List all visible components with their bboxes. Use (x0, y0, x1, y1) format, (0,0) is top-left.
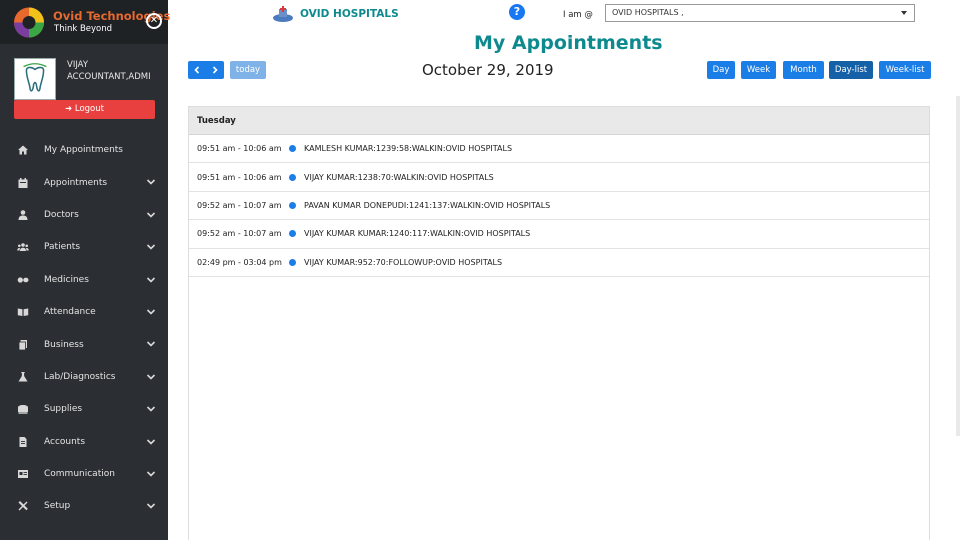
chevron-down-icon (146, 276, 156, 283)
sidebar-item-doctors[interactable]: Doctors (0, 199, 168, 231)
list-item[interactable]: 09:51 am - 10:06 am KAMLESH KUMAR:1239:5… (189, 135, 929, 164)
view-day-button[interactable]: Day (707, 61, 735, 79)
iam-label: I am @ (563, 10, 593, 20)
page-scrollbar[interactable] (956, 96, 960, 436)
calendar-icon (18, 177, 28, 188)
chevron-down-icon (146, 374, 156, 380)
event-time: 09:51 am - 10:06 am (197, 144, 282, 154)
flask-icon (18, 371, 28, 382)
help-icon[interactable]: ? (509, 4, 525, 20)
doctor-icon (18, 210, 28, 220)
location-select-value: OVID HOSPITALS , (612, 8, 684, 17)
chevron-down-icon (146, 471, 156, 477)
chevron-down-icon (146, 212, 156, 218)
event-title[interactable]: PAVAN KUMAR DONEPUDI:1241:137:WALKIN:OVI… (304, 201, 550, 210)
prev-next-group (188, 61, 224, 79)
sidebar-nav: My Appointments Appointments Doctors Pat… (0, 134, 168, 523)
sidebar-item-label: My Appointments (44, 145, 124, 156)
logout-label: Logout (74, 104, 104, 114)
chevron-down-icon (146, 503, 156, 509)
close-sidebar-icon[interactable]: ✕ (146, 13, 162, 29)
logout-icon: ➜ (65, 104, 73, 114)
file-icon (19, 436, 27, 447)
view-month-button[interactable]: Month (783, 61, 824, 79)
sidebar-item-lab-diagnostics[interactable]: Lab/Diagnostics (0, 361, 168, 393)
chevron-left-icon (194, 66, 200, 74)
user-role: ACCOUNTANT,ADMI (67, 72, 151, 82)
day-header: Tuesday (189, 107, 929, 135)
chevron-down-icon (146, 309, 156, 315)
copy-icon (18, 339, 27, 350)
sidebar-item-setup[interactable]: Setup (0, 490, 168, 522)
users-icon (17, 243, 29, 252)
chevron-down-icon (146, 179, 156, 186)
event-time: 09:51 am - 10:06 am (197, 172, 282, 182)
chevron-down-icon (146, 341, 156, 347)
today-button[interactable]: today (230, 61, 266, 79)
sidebar-item-patients[interactable]: Patients (0, 231, 168, 263)
event-dot-icon (289, 201, 296, 209)
hospital-logo-icon (273, 6, 293, 22)
brand-bar: Ovid Technologies Think Beyond ✕ (0, 0, 170, 44)
event-time: 09:52 am - 10:07 am (197, 229, 282, 239)
sidebar-item-communication[interactable]: Communication (0, 458, 168, 490)
chevron-right-icon (212, 66, 218, 74)
sidebar-item-attendance[interactable]: Attendance (0, 296, 168, 328)
event-dot-icon (289, 173, 296, 181)
view-day-list-button[interactable]: Day-list (829, 61, 873, 79)
calendar-date-title: October 29, 2019 (422, 61, 554, 79)
event-dot-icon (289, 230, 296, 238)
event-dot-icon (289, 258, 296, 266)
sidebar-item-medicines[interactable]: Medicines (0, 264, 168, 296)
caret-down-icon (901, 11, 907, 15)
list-item[interactable]: 09:51 am - 10:06 am VIJAY KUMAR:1238:70:… (189, 163, 929, 192)
tools-icon (18, 501, 28, 511)
truck-icon (18, 405, 28, 415)
brand-tagline: Think Beyond (54, 24, 113, 34)
book-icon (17, 308, 29, 317)
event-time: 09:52 am - 10:07 am (197, 200, 282, 210)
sidebar-item-my-appointments[interactable]: My Appointments (0, 134, 168, 166)
event-time: 02:49 pm - 03:04 pm (197, 257, 282, 267)
sidebar-item-supplies[interactable]: Supplies (0, 393, 168, 425)
user-profile: VIJAY ACCOUNTANT,ADMI ➜ Logout (0, 44, 168, 132)
list-item[interactable]: 09:52 am - 10:07 am VIJAY KUMAR KUMAR:12… (189, 220, 929, 249)
message-icon (18, 470, 28, 479)
next-button[interactable] (206, 61, 224, 79)
view-week-list-button[interactable]: Week-list (879, 61, 931, 79)
calendar-list-view: Tuesday 09:51 am - 10:06 am KAMLESH KUMA… (188, 106, 930, 540)
sidebar-item-business[interactable]: Business (0, 328, 168, 360)
event-title[interactable]: VIJAY KUMAR KUMAR:1240:117:WALKIN:OVID H… (304, 229, 530, 238)
page-title: My Appointments (474, 32, 663, 54)
event-title[interactable]: KAMLESH KUMAR:1239:58:WALKIN:OVID HOSPIT… (304, 144, 512, 153)
logout-button[interactable]: ➜ Logout (14, 100, 155, 119)
brand-logo-icon (14, 7, 44, 38)
event-dot-icon (289, 145, 296, 153)
event-title[interactable]: VIJAY KUMAR:1238:70:WALKIN:OVID HOSPITAL… (304, 173, 494, 182)
chevron-down-icon (146, 438, 156, 445)
prev-button[interactable] (188, 61, 206, 79)
hospital-name: OVID HOSPITALS (300, 8, 399, 20)
sidebar: Ovid Technologies Think Beyond ✕ VIJAY A… (0, 0, 170, 540)
list-item[interactable]: 09:52 am - 10:07 am PAVAN KUMAR DONEPUDI… (189, 192, 929, 221)
sidebar-item-appointments[interactable]: Appointments (0, 166, 168, 198)
location-select[interactable]: OVID HOSPITALS , (605, 4, 915, 22)
home-icon (18, 145, 28, 155)
pills-icon (17, 277, 29, 283)
avatar (14, 58, 56, 100)
sidebar-item-accounts[interactable]: Accounts (0, 426, 168, 458)
list-item[interactable]: 02:49 pm - 03:04 pm VIJAY KUMAR:952:70:F… (189, 249, 929, 277)
chevron-down-icon (146, 244, 156, 250)
chevron-down-icon (146, 406, 156, 412)
user-name: VIJAY (67, 60, 89, 70)
event-title[interactable]: VIJAY KUMAR:952:70:FOLLOWUP:OVID HOSPITA… (304, 258, 502, 267)
view-week-button[interactable]: Week (741, 61, 776, 79)
